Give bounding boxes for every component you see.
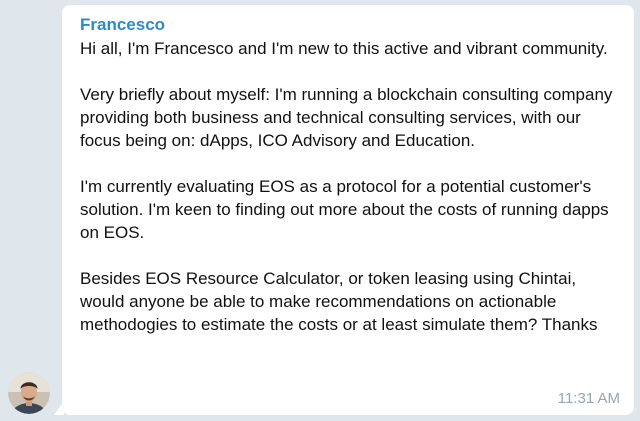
message-text: Hi all, I'm Francesco and I'm new to thi… <box>80 37 618 336</box>
user-avatar-icon <box>8 372 50 414</box>
sender-avatar[interactable] <box>8 372 50 414</box>
message-paragraph: Very briefly about myself: I'm running a… <box>80 85 613 150</box>
message-timestamp: 11:31 AM <box>557 390 620 407</box>
sender-name[interactable]: Francesco <box>80 13 618 36</box>
message-paragraph: I'm currently evaluating EOS as a protoc… <box>80 177 609 242</box>
message-paragraph: Besides EOS Resource Calculator, or toke… <box>80 269 598 334</box>
message-bubble[interactable]: Francesco Hi all, I'm Francesco and I'm … <box>62 5 634 415</box>
message-paragraph: Hi all, I'm Francesco and I'm new to thi… <box>80 39 608 58</box>
